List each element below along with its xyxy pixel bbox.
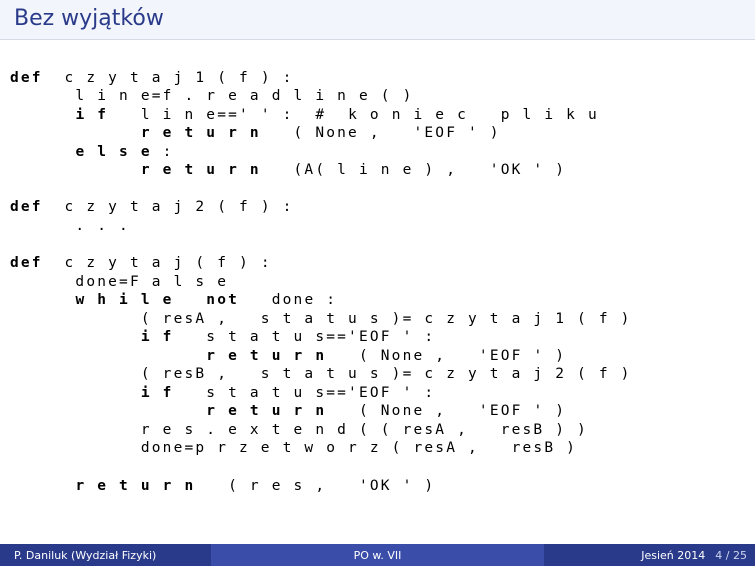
- code-line: e l s e :: [10, 144, 174, 160]
- code-line: done=p r z e t w o r z ( resA , resB ): [10, 440, 577, 456]
- code-line: w h i l e not done :: [10, 292, 337, 308]
- code-line: def c z y t a j 1 ( f ) :: [10, 70, 294, 86]
- page-current: 4: [715, 549, 722, 562]
- page-total: 25: [733, 549, 747, 562]
- footer-lecture: PO w. VII: [211, 544, 543, 566]
- code-line: i f l i n e==' ' : # k o n i e c p l i k…: [10, 107, 599, 123]
- code-line: r e t u r n ( None , 'EOF ' ): [10, 403, 566, 419]
- code-line: r e s . e x t e n d ( ( resA , resB ) ): [10, 422, 588, 438]
- slide-title: Bez wyjątków: [14, 6, 164, 31]
- footer-page: 4 / 25: [715, 549, 747, 562]
- code-line: r e t u r n ( None , 'EOF ' ): [10, 125, 501, 141]
- code-line: r e t u r n ( r e s , 'OK ' ): [10, 478, 435, 494]
- code-block: def c z y t a j 1 ( f ) : l i n e=f . r …: [0, 40, 755, 544]
- code-line: l i n e=f . r e a d l i n e ( ): [10, 88, 413, 104]
- footer-term-text: Jesień 2014: [641, 549, 705, 562]
- code-line: r e t u r n (A( l i n e ) , 'OK ' ): [10, 162, 566, 178]
- code-line: def c z y t a j 2 ( f ) :: [10, 199, 294, 215]
- slide: Bez wyjątków def c z y t a j 1 ( f ) : l…: [0, 0, 755, 566]
- footer: P. Daniluk (Wydział Fizyki) PO w. VII Je…: [0, 544, 755, 566]
- footer-author-text: P. Daniluk (Wydział Fizyki): [14, 549, 156, 562]
- code-line: . . .: [10, 218, 130, 234]
- code-line: def c z y t a j ( f ) :: [10, 255, 272, 271]
- code-line: i f s t a t u s=='EOF ' :: [10, 385, 435, 401]
- code-line: done=F a l s e: [10, 274, 228, 290]
- footer-lecture-text: PO w. VII: [354, 549, 402, 562]
- code-line: i f s t a t u s=='EOF ' :: [10, 329, 435, 345]
- code-line: ( resB , s t a t u s )= c z y t a j 2 ( …: [10, 366, 632, 382]
- footer-author: P. Daniluk (Wydział Fizyki): [0, 544, 211, 566]
- title-bar: Bez wyjątków: [0, 0, 755, 40]
- footer-date: Jesień 2014 4 / 25: [544, 544, 755, 566]
- code-line: ( resA , s t a t u s )= c z y t a j 1 ( …: [10, 311, 632, 327]
- code-line: r e t u r n ( None , 'EOF ' ): [10, 348, 566, 364]
